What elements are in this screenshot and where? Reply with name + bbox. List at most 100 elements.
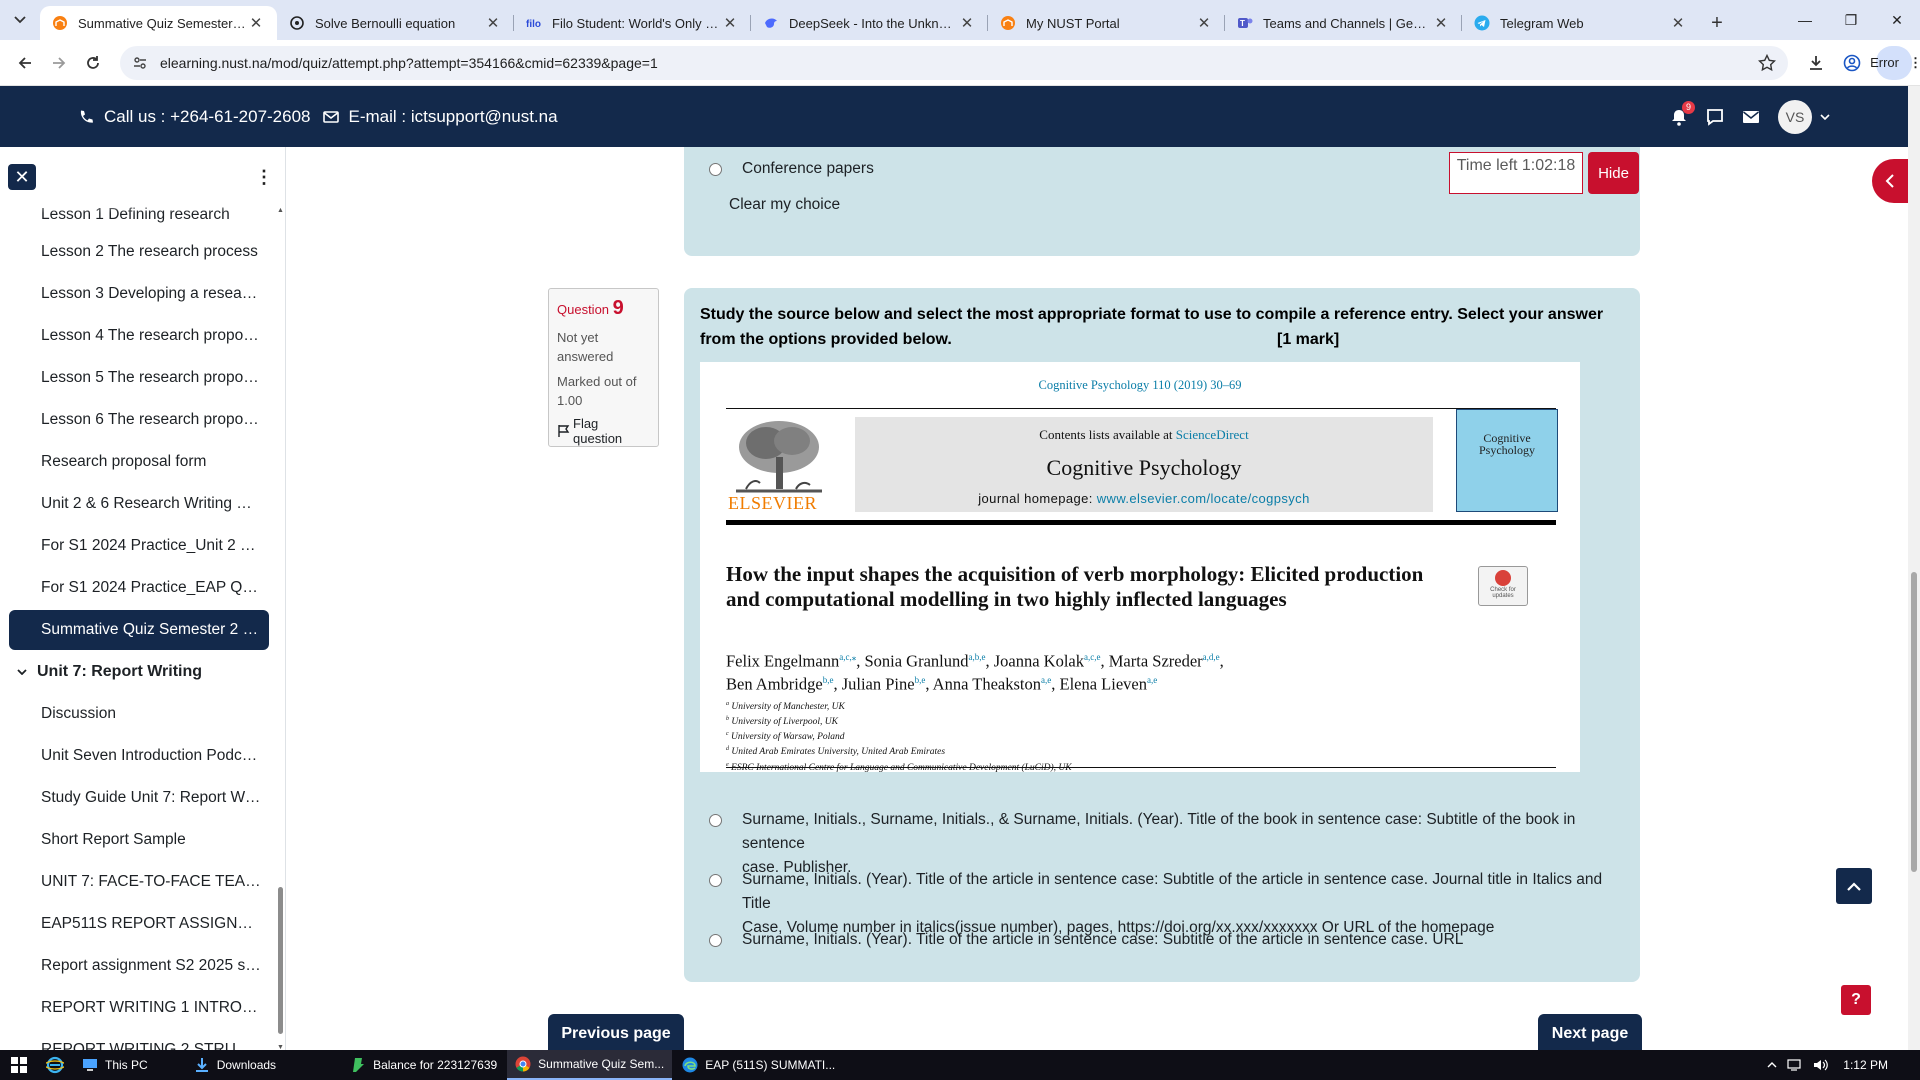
moodle-favicon-icon bbox=[52, 15, 68, 31]
bookmark-star-icon[interactable] bbox=[1758, 53, 1776, 72]
drawer-item[interactable]: REPORT WRITING 2 STRUCTURE bbox=[9, 1030, 269, 1050]
page-scrollbar-thumb[interactable] bbox=[1911, 572, 1917, 872]
drawer-item[interactable]: Discussion bbox=[9, 694, 269, 734]
back-to-top-button[interactable] bbox=[1836, 868, 1872, 904]
reload-icon[interactable] bbox=[76, 46, 110, 80]
drawer-item[interactable]: EAP511S REPORT ASSIGNMENT bbox=[9, 904, 269, 944]
drawer-item[interactable]: Lesson 2 The research process bbox=[9, 232, 269, 272]
drawer-item[interactable]: Unit 2 & 6 Research Writing Quiz bbox=[9, 484, 269, 524]
answer-option-web[interactable]: Surname, Initials. (Year). Title of the … bbox=[709, 928, 1629, 952]
downloads-icon[interactable] bbox=[1798, 46, 1834, 80]
tab-telegram[interactable]: Telegram Web ✕ bbox=[1462, 6, 1699, 40]
tab-close-icon[interactable]: ✕ bbox=[1669, 14, 1687, 32]
drawer-item[interactable]: Unit Seven Introduction Podcast bbox=[9, 736, 269, 776]
drawer-scrollbar[interactable]: ▲ ▼ bbox=[277, 207, 285, 1051]
drawer-item-current[interactable]: Summative Quiz Semester 2 2025 bbox=[9, 610, 269, 650]
affiliation-text: United Arab Emirates University, United … bbox=[729, 747, 946, 758]
open-block-drawer-button[interactable] bbox=[1872, 159, 1908, 203]
radio-button[interactable] bbox=[709, 874, 722, 887]
volume-icon[interactable] bbox=[1813, 1058, 1829, 1072]
back-arrow-icon[interactable] bbox=[8, 46, 42, 80]
author-affiliation-marker: a,d,e bbox=[1202, 652, 1220, 662]
nust-favicon-icon bbox=[1000, 15, 1016, 31]
flag-question-button[interactable]: Flag question bbox=[557, 416, 650, 446]
internet-explorer-icon[interactable] bbox=[38, 1050, 72, 1080]
profile-error-button[interactable]: Error ⋮ bbox=[1870, 45, 1920, 80]
close-icon: ✕ bbox=[14, 166, 30, 187]
affiliation-text: University of Manchester, UK bbox=[729, 702, 845, 713]
drawer-item[interactable]: UNIT 7: FACE-TO-FACE TEACHING bbox=[9, 862, 269, 902]
clock[interactable]: 1:12 PM bbox=[1843, 1058, 1888, 1072]
drawer-item[interactable]: Study Guide Unit 7: Report Writing bbox=[9, 778, 269, 818]
profile-icon[interactable] bbox=[1834, 46, 1870, 80]
network-icon[interactable] bbox=[1787, 1058, 1803, 1072]
close-drawer-button[interactable]: ✕ bbox=[8, 164, 36, 190]
taskbar-item-downloads[interactable]: Downloads bbox=[186, 1050, 284, 1080]
address-bar[interactable]: elearning.nust.na/mod/quiz/attempt.php?a… bbox=[120, 45, 1788, 80]
page-scrollbar[interactable] bbox=[1908, 86, 1920, 1050]
tab-close-icon[interactable]: ✕ bbox=[1195, 14, 1213, 32]
course-index-options-icon[interactable]: ⋮ bbox=[255, 167, 273, 188]
tab-nust-portal[interactable]: My NUST Portal ✕ bbox=[988, 6, 1225, 40]
clear-my-choice-link[interactable]: Clear my choice bbox=[729, 196, 840, 214]
drawer-item[interactable]: Lesson 3 Developing a research bbox=[9, 274, 269, 314]
tab-close-icon[interactable]: ✕ bbox=[958, 14, 976, 32]
drawer-item[interactable]: Short Report Sample bbox=[9, 820, 269, 860]
author-name: Anna Theakston bbox=[932, 674, 1041, 693]
chat-bubble-icon bbox=[1706, 108, 1724, 126]
tab-search-chevron-icon[interactable] bbox=[0, 0, 40, 40]
radio-button[interactable] bbox=[709, 163, 722, 176]
tab-deepseek[interactable]: DeepSeek - Into the Unknown ✕ bbox=[751, 6, 988, 40]
scroll-up-arrow-icon[interactable]: ▲ bbox=[277, 207, 284, 214]
forward-arrow-icon[interactable] bbox=[42, 46, 76, 80]
previous-page-button[interactable]: Previous page bbox=[548, 1014, 684, 1050]
browser-tab-strip: Summative Quiz Semester 2 2025 ✕ Solve B… bbox=[0, 0, 1920, 40]
tab-close-icon[interactable]: ✕ bbox=[721, 14, 739, 32]
restore-icon[interactable]: ❐ bbox=[1828, 0, 1874, 40]
author-name: Elena Lieven bbox=[1059, 674, 1147, 693]
taskbar-item-chrome-quiz[interactable]: Summative Quiz Sem... bbox=[507, 1050, 673, 1080]
drawer-item[interactable]: Report assignment S2 2025 submission bbox=[9, 946, 269, 986]
tab-teams[interactable]: T Teams and Channels | General | ✕ bbox=[1225, 6, 1462, 40]
taskbar-item-balance[interactable]: Balance for 223127639 bbox=[342, 1050, 505, 1080]
drawer-scrollbar-thumb[interactable] bbox=[278, 887, 283, 1034]
answer-option[interactable]: Conference papers bbox=[709, 157, 874, 181]
radio-button[interactable] bbox=[709, 934, 722, 947]
tab-close-icon[interactable]: ✕ bbox=[1432, 14, 1450, 32]
radio-button[interactable] bbox=[709, 814, 722, 827]
next-page-button[interactable]: Next page bbox=[1538, 1014, 1642, 1050]
question-number: Question 9 bbox=[557, 297, 624, 319]
author-name: Ben Ambridge bbox=[726, 674, 823, 693]
drawer-item[interactable]: Lesson 4 The research proposal bbox=[9, 316, 269, 356]
drawer-item[interactable]: For S1 2024 Practice_EAP Quiz bbox=[9, 568, 269, 608]
tab-summative-quiz[interactable]: Summative Quiz Semester 2 2025 ✕ bbox=[40, 6, 277, 40]
tab-close-icon[interactable]: ✕ bbox=[247, 14, 265, 32]
site-info-icon[interactable] bbox=[132, 55, 148, 71]
minimize-icon[interactable]: — bbox=[1782, 0, 1828, 40]
messages-button[interactable] bbox=[1706, 108, 1724, 126]
drawer-item[interactable]: Lesson 5 The research proposal bbox=[9, 358, 269, 398]
drawer-item[interactable]: For S1 2024 Practice_Unit 2 & 6 bbox=[9, 526, 269, 566]
flag-icon bbox=[557, 424, 570, 438]
avatar: VS bbox=[1778, 99, 1812, 134]
new-tab-button[interactable]: + bbox=[1699, 6, 1735, 40]
drawer-item[interactable]: REPORT WRITING 1 INTRODUCTION bbox=[9, 988, 269, 1028]
taskbar-item-edge-eap[interactable]: EAP (511S) SUMMATI... bbox=[674, 1050, 843, 1080]
drawer-item[interactable]: Lesson 6 The research proposal bbox=[9, 400, 269, 440]
tab-close-icon[interactable]: ✕ bbox=[484, 14, 502, 32]
hide-timer-button[interactable]: Hide bbox=[1588, 152, 1639, 194]
notifications-button[interactable]: 9 bbox=[1670, 100, 1695, 126]
tray-chevron-up-icon[interactable] bbox=[1767, 1062, 1777, 1068]
envelope-icon bbox=[322, 110, 339, 124]
help-button[interactable]: ? bbox=[1841, 985, 1871, 1015]
user-menu[interactable]: VS bbox=[1778, 99, 1830, 134]
close-window-icon[interactable]: ✕ bbox=[1874, 0, 1920, 40]
windows-start-icon[interactable] bbox=[0, 1050, 38, 1080]
tab-filo[interactable]: filo Filo Student: World's Only Live ✕ bbox=[514, 6, 751, 40]
drawer-item[interactable]: Research proposal form bbox=[9, 442, 269, 482]
tab-bernoulli[interactable]: Solve Bernoulli equation ✕ bbox=[277, 6, 514, 40]
taskbar-item-this-pc[interactable]: This PC bbox=[74, 1050, 156, 1080]
drawer-section-unit-7[interactable]: Unit 7: Report Writing bbox=[9, 652, 269, 692]
affiliation-line: b University of Liverpool, UK bbox=[726, 713, 1546, 728]
mail-button[interactable] bbox=[1742, 110, 1760, 124]
